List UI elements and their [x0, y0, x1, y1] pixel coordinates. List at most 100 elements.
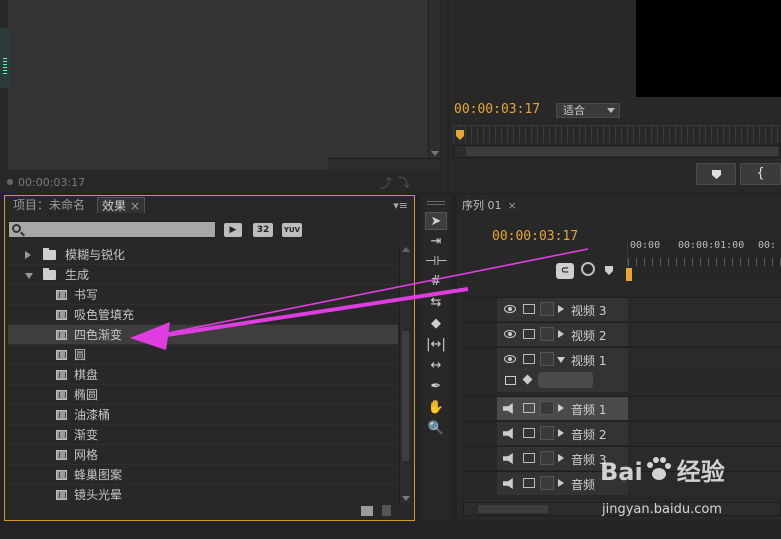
effect-item[interactable]: 书写: [8, 285, 398, 305]
close-icon[interactable]: ×: [508, 199, 517, 212]
sync-lock-icon[interactable]: [523, 478, 535, 488]
chevron-down-icon[interactable]: [557, 357, 565, 363]
effect-item[interactable]: 吸色管填充: [8, 305, 398, 325]
effect-item[interactable]: 圆: [8, 345, 398, 365]
tab-project[interactable]: 项目：未命名: [13, 196, 85, 214]
effect-item[interactable]: 渐变: [8, 425, 398, 445]
scrollbar-thumb[interactable]: [402, 331, 409, 461]
slide-tool[interactable]: ↔: [425, 357, 447, 375]
source-horizontal-scrollbar[interactable]: [328, 158, 440, 170]
chevron-right-icon[interactable]: [558, 305, 564, 313]
track-name: 视频 2: [571, 329, 607, 343]
track-lane[interactable]: [628, 298, 781, 321]
effect-item[interactable]: 四色渐变: [8, 325, 398, 345]
chevron-down-icon[interactable]: [25, 273, 33, 279]
display-style-icon[interactable]: [505, 376, 516, 385]
tab-effects[interactable]: 效果 ×: [97, 197, 146, 213]
track-lane[interactable]: [628, 397, 781, 420]
chevron-right-icon[interactable]: [558, 330, 564, 338]
effects-search-input[interactable]: [8, 221, 216, 238]
audio-track[interactable]: 音频 2: [463, 421, 781, 445]
scroll-down-arrow-icon[interactable]: [402, 496, 410, 501]
32bit-filter-button[interactable]: 32: [253, 223, 273, 237]
effect-item[interactable]: 油漆桶: [8, 405, 398, 425]
effect-item[interactable]: 蜂巢图案: [8, 465, 398, 485]
effect-item[interactable]: 椭圆: [8, 385, 398, 405]
effects-vertical-scrollbar[interactable]: [399, 245, 411, 503]
close-icon[interactable]: ×: [130, 199, 140, 213]
eye-icon[interactable]: [504, 330, 516, 338]
chevron-right-icon[interactable]: [25, 251, 31, 259]
sequence-playhead[interactable]: [626, 268, 632, 281]
trash-icon[interactable]: [382, 505, 391, 516]
scroll-down-arrow-icon[interactable]: [431, 151, 439, 156]
sync-lock-icon[interactable]: [523, 403, 535, 413]
chevron-right-icon[interactable]: [558, 479, 564, 487]
program-time-ruler[interactable]: [453, 125, 781, 143]
rate-stretch-tool[interactable]: ⇆: [425, 294, 447, 312]
source-timecode[interactable]: 00:00:03:17: [18, 176, 85, 189]
eye-icon[interactable]: [504, 355, 516, 363]
effect-item[interactable]: 网格: [8, 445, 398, 465]
effect-item[interactable]: 棋盘: [8, 365, 398, 385]
effects-folder[interactable]: 模糊与锐化: [8, 245, 398, 265]
sync-lock-icon[interactable]: [523, 304, 535, 314]
snap-toggle-icon[interactable]: ⊂: [556, 263, 574, 279]
effects-folder[interactable]: 生成: [8, 265, 398, 285]
lock-icon[interactable]: [540, 302, 554, 316]
sync-lock-icon[interactable]: [523, 329, 535, 339]
new-bin-icon[interactable]: [361, 506, 373, 516]
selection-tool[interactable]: ➤: [425, 212, 447, 230]
tab-sequence[interactable]: 序列 01 ×: [462, 197, 517, 215]
zoom-tool[interactable]: 🔍: [425, 420, 447, 438]
effect-label: 油漆桶: [74, 408, 111, 422]
source-vertical-scrollbar[interactable]: [428, 0, 440, 158]
video-track[interactable]: 视频 2: [463, 322, 781, 346]
panel-menu-icon[interactable]: ▾≡: [393, 199, 408, 212]
sequence-timecode[interactable]: 00:00:03:17: [492, 229, 578, 244]
track-lane[interactable]: [628, 422, 781, 445]
ripple-edit-tool[interactable]: ⊣⊢: [425, 253, 448, 271]
hand-tool[interactable]: ✋: [425, 399, 447, 417]
yuv-filter-button[interactable]: YUV: [282, 223, 302, 237]
keyframe-navigator[interactable]: [538, 372, 593, 388]
lock-icon[interactable]: [540, 476, 554, 490]
effect-item[interactable]: 镜头光晕: [8, 485, 398, 503]
slip-tool[interactable]: |↔|: [425, 336, 447, 354]
mark-out-button[interactable]: {: [740, 163, 781, 185]
audio-track[interactable]: 音频 1: [463, 396, 781, 420]
sync-lock-icon[interactable]: [523, 354, 535, 364]
rolling-edit-tool[interactable]: #: [425, 273, 447, 291]
track-lane[interactable]: [628, 348, 781, 371]
program-timecode[interactable]: 00:00:03:17: [454, 102, 540, 117]
program-zoom-scrollbar[interactable]: [453, 145, 781, 158]
scrollbar-thumb[interactable]: [478, 505, 548, 513]
scrollbar-thumb[interactable]: [466, 147, 778, 156]
zoom-fit-select[interactable]: 适合: [556, 103, 620, 118]
audio-meter: [0, 28, 10, 88]
chevron-right-icon[interactable]: [558, 404, 564, 412]
eye-icon[interactable]: [504, 305, 516, 313]
sync-lock-icon[interactable]: [523, 428, 535, 438]
chevron-right-icon[interactable]: [558, 454, 564, 462]
razor-tool[interactable]: ◆: [425, 315, 447, 333]
add-marker-button[interactable]: [696, 163, 736, 185]
sync-lock-icon[interactable]: [523, 453, 535, 463]
video-track[interactable]: 视频 3: [463, 297, 781, 321]
scroll-up-arrow-icon[interactable]: [402, 247, 410, 252]
lock-icon[interactable]: [540, 352, 554, 366]
lock-icon[interactable]: [540, 401, 554, 415]
track-select-tool[interactable]: ⇥: [425, 233, 447, 251]
chevron-right-icon[interactable]: [558, 429, 564, 437]
accelerated-effects-filter-icon[interactable]: ▶: [224, 223, 242, 237]
lock-icon[interactable]: [540, 426, 554, 440]
lock-icon[interactable]: [540, 451, 554, 465]
source-transport-icons[interactable]: ⤴⤵: [380, 174, 416, 191]
panel-grip[interactable]: [427, 201, 445, 207]
linked-selection-icon[interactable]: [581, 262, 595, 276]
pen-tool[interactable]: ✒: [425, 378, 447, 396]
lock-icon[interactable]: [540, 327, 554, 341]
keyframe-icon[interactable]: [522, 374, 533, 385]
track-lane[interactable]: [628, 323, 781, 346]
video-track[interactable]: 视频 1: [463, 347, 781, 371]
